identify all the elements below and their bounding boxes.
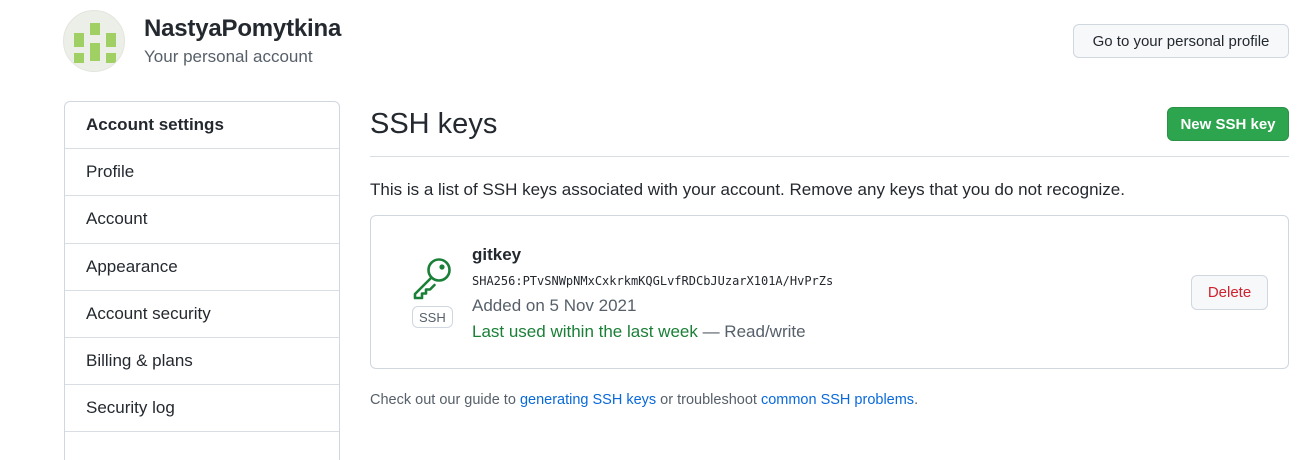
key-usage: Last used within the last week — Read/wr… (472, 322, 806, 342)
sidebar-item-billing[interactable]: Billing & plans (65, 338, 339, 386)
sidebar-item-account[interactable]: Account (65, 196, 339, 244)
new-ssh-key-button[interactable]: New SSH key (1167, 107, 1289, 141)
sidebar-heading: Account settings (65, 102, 339, 150)
identicon-icon (74, 23, 116, 63)
page-title: SSH keys (370, 108, 498, 140)
common-ssh-problems-link[interactable]: common SSH problems (761, 392, 914, 408)
sidebar-item-security-log[interactable]: Security log (65, 385, 339, 433)
title-divider (370, 156, 1289, 157)
guide-prefix: Check out our guide to (370, 392, 520, 408)
ssh-key-list-item: SSH gitkey SHA256:PTvSNWpNMxCxkrkmKQGLvf… (370, 215, 1289, 369)
delete-key-button[interactable]: Delete (1191, 275, 1268, 310)
key-access: — Read/write (697, 322, 806, 341)
avatar[interactable] (63, 10, 125, 72)
guide-suffix: . (914, 392, 919, 408)
sidebar-item-profile[interactable]: Profile (65, 149, 339, 197)
key-added-date: Added on 5 Nov 2021 (472, 296, 637, 315)
personal-profile-button[interactable]: Go to your personal profile (1073, 24, 1289, 58)
generating-ssh-keys-link[interactable]: generating SSH keys (520, 392, 656, 408)
guide-text: Check out our guide to generating SSH ke… (370, 392, 918, 408)
key-fingerprint: SHA256:PTvSNWpNMxCxkrkmKQGLvfRDCbJUzarX1… (472, 274, 834, 288)
user-name[interactable]: NastyaPomytkina (144, 15, 341, 43)
account-subtitle: Your personal account (144, 47, 313, 66)
key-last-used: Last used within the last week (472, 322, 698, 341)
key-title: gitkey (472, 245, 522, 264)
sidebar-item-appearance[interactable]: Appearance (65, 244, 339, 291)
intro-text: This is a list of SSH keys associated wi… (370, 180, 1125, 199)
key-icon (411, 256, 453, 305)
sidebar-item-account-security[interactable]: Account security (65, 291, 339, 338)
guide-middle: or troubleshoot (656, 392, 761, 408)
key-type-badge: SSH (412, 306, 453, 328)
settings-sidebar: Account settings Profile Account Appeara… (64, 101, 340, 460)
